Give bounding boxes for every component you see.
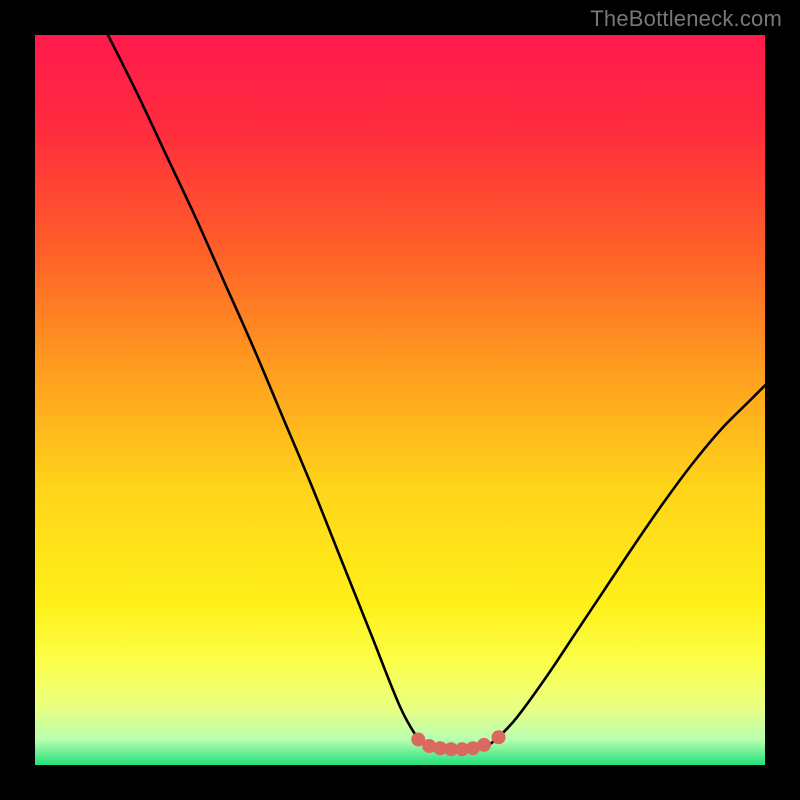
bottom-marker xyxy=(492,730,506,744)
chart-frame: TheBottleneck.com xyxy=(0,0,800,800)
plot-area xyxy=(35,35,765,765)
curve-layer xyxy=(35,35,765,765)
bottom-marker xyxy=(477,738,491,752)
watermark-text: TheBottleneck.com xyxy=(590,6,782,32)
bottleneck-curve xyxy=(108,35,765,750)
